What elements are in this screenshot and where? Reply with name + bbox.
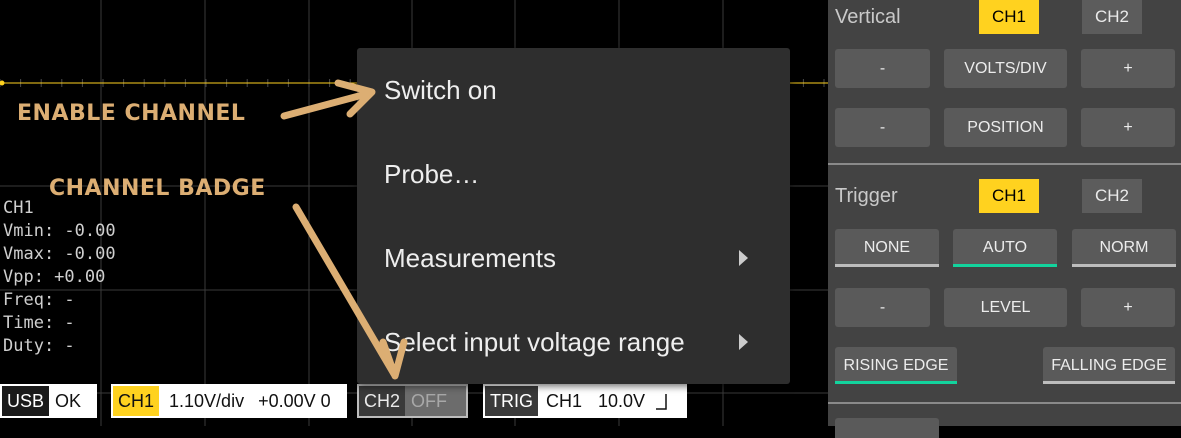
- ch1-offset: +0.00V 0: [258, 390, 331, 411]
- ch2-value: OFF: [411, 390, 448, 411]
- trigger-mode-auto-button[interactable]: AUTO: [953, 229, 1057, 267]
- rising-edge-icon-svg: [656, 394, 667, 410]
- menu-item-switch-on[interactable]: Switch on: [357, 48, 790, 132]
- measurement-readout: CH1 Vmin: -0.00 Vmax: -0.00 Vpp: +0.00 Freq:…: [3, 197, 116, 358]
- volts-div-label-button[interactable]: VOLTS/DIV: [944, 49, 1067, 88]
- menu-item-probe[interactable]: Probe…: [357, 132, 790, 216]
- menu-item-label: Switch on: [384, 74, 497, 105]
- trig-level: 10.0V: [598, 390, 646, 411]
- menu-item-label: Probe…: [384, 158, 480, 189]
- button-label: NONE: [863, 239, 911, 256]
- trigger-level-label-button[interactable]: LEVEL: [944, 288, 1067, 327]
- position-increase-button[interactable]: +: [1081, 108, 1175, 147]
- volts-div-increase-button[interactable]: +: [1081, 49, 1175, 88]
- trigger-section-title: Trigger: [835, 185, 898, 207]
- button-label: AUTO: [982, 239, 1028, 256]
- rising-edge-button[interactable]: RISING EDGE: [835, 347, 957, 384]
- readout-freq: Freq: -: [3, 290, 75, 310]
- menu-item-measurements[interactable]: Measurements: [357, 216, 790, 300]
- button-label: NORM: [1099, 239, 1149, 256]
- ch1-scale: 1.10V/div: [169, 390, 245, 411]
- trig-status-badge[interactable]: TRIG CH1 10.0V: [483, 384, 687, 418]
- submenu-arrow-icon: [739, 334, 748, 350]
- falling-edge-button[interactable]: FALLING EDGE: [1043, 347, 1175, 384]
- volts-div-decrease-button[interactable]: -: [835, 49, 930, 88]
- trig-tag: TRIG: [485, 386, 538, 416]
- usb-status-badge: USB OK: [0, 384, 97, 418]
- mode-indicator-active: [953, 264, 1057, 267]
- section-divider: [828, 163, 1181, 165]
- ch1-status-badge[interactable]: CH1 1.10V/div +0.00V 0: [111, 384, 347, 418]
- rising-edge-icon: [651, 384, 675, 418]
- position-label-button[interactable]: POSITION: [944, 108, 1067, 147]
- menu-item-label: Measurements: [384, 242, 556, 273]
- menu-item-label: Select input voltage range: [384, 326, 685, 357]
- trigger-ch2-button[interactable]: CH2: [1082, 179, 1142, 213]
- trigger-mode-none-button[interactable]: NONE: [835, 229, 939, 267]
- readout-time: Time: -: [3, 313, 75, 333]
- edge-indicator-active: [835, 381, 957, 384]
- next-section-button[interactable]: [835, 418, 939, 438]
- readout-duty: Duty: -: [3, 336, 75, 356]
- vertical-section-title: Vertical: [835, 6, 901, 28]
- vertical-ch2-button[interactable]: CH2: [1082, 0, 1142, 34]
- readout-vpp: Vpp: +0.00: [3, 267, 106, 287]
- usb-value: OK: [55, 390, 82, 411]
- trigger-ch1-button[interactable]: CH1: [979, 179, 1039, 213]
- readout-vmax: Vmax: -0.00: [3, 244, 116, 264]
- ch2-status-badge[interactable]: CH2 OFF: [357, 384, 468, 418]
- button-label: RISING EDGE: [843, 356, 949, 374]
- edge-indicator: [1043, 381, 1175, 384]
- usb-tag: USB: [2, 386, 50, 416]
- annotation-channel-badge: CHANNEL BADGE: [49, 176, 266, 201]
- position-decrease-button[interactable]: -: [835, 108, 930, 147]
- ch1-tag: CH1: [113, 386, 160, 416]
- trigger-level-decrease-button[interactable]: -: [835, 288, 930, 327]
- ch2-tag: CH2: [359, 386, 406, 416]
- annotation-enable-channel: ENABLE CHANNEL: [17, 101, 246, 126]
- menu-item-select-input-voltage-range[interactable]: Select input voltage range: [357, 300, 790, 384]
- channel-context-menu: Switch on Probe… Measurements Select inp…: [357, 48, 790, 384]
- trigger-mode-norm-button[interactable]: NORM: [1072, 229, 1176, 267]
- control-panel: Vertical CH1 CH2 - VOLTS/DIV + - POSITIO…: [828, 0, 1181, 438]
- ch1-trace-marker: [0, 80, 5, 86]
- button-label: FALLING EDGE: [1051, 356, 1167, 374]
- mode-indicator: [835, 264, 939, 267]
- trigger-level-increase-button[interactable]: +: [1081, 288, 1175, 327]
- section-divider: [828, 402, 1181, 404]
- vertical-ch1-button[interactable]: CH1: [979, 0, 1039, 34]
- trig-channel: CH1: [546, 390, 583, 411]
- submenu-arrow-icon: [739, 250, 748, 266]
- mode-indicator: [1072, 264, 1176, 267]
- readout-vmin: Vmin: -0.00: [3, 221, 116, 241]
